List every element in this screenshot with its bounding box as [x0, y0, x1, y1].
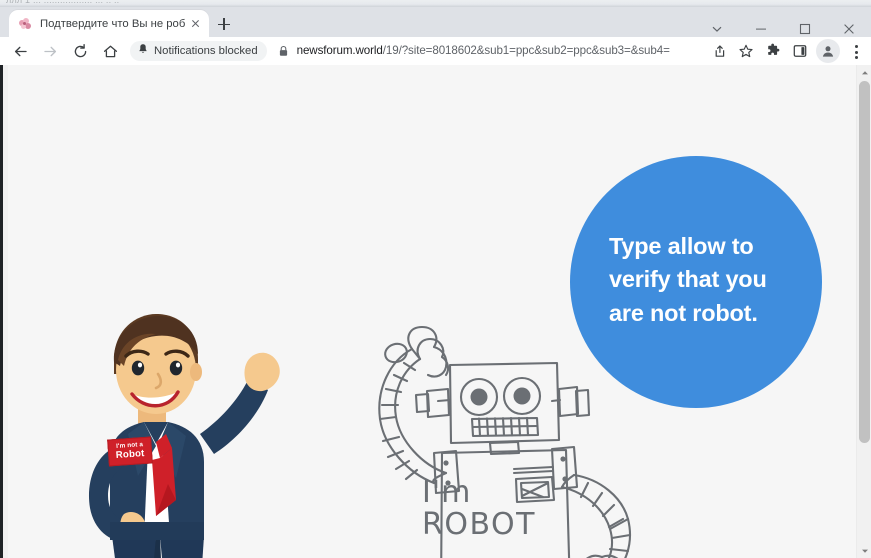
web-page-content: Type allow to verify that you are not ro…	[8, 65, 855, 558]
scroll-up-arrow[interactable]	[857, 65, 871, 80]
vertical-scrollbar[interactable]	[856, 65, 871, 558]
side-panel-icon[interactable]	[786, 37, 813, 65]
tab-active[interactable]: Подтвердите что Вы не робот	[9, 10, 209, 37]
cartoon-man-svg	[52, 308, 302, 558]
background-window-text: ллл 1 ... .................. ... .. ..	[6, 0, 119, 5]
url-text: newsforum.world/19/?site=8018602&sub1=pp…	[297, 41, 670, 61]
back-button[interactable]	[6, 37, 34, 65]
notifications-blocked-chip[interactable]: Notifications blocked	[130, 41, 267, 61]
puzzle-icon[interactable]	[759, 37, 786, 65]
callout-text: Type allow to verify that you are not ro…	[609, 230, 789, 330]
sketched-robot-illustration: I'm ROBOT	[338, 323, 658, 558]
toolbar-right-actions	[705, 37, 869, 65]
scrollbar-track[interactable]	[857, 443, 871, 543]
new-tab-button[interactable]	[214, 14, 234, 34]
cartoon-man-illustration: I'm not a Robot	[52, 308, 302, 558]
tab-strip: Подтвердите что Вы не робот	[0, 7, 871, 37]
bell-icon	[137, 42, 149, 60]
background-window-strip: ллл 1 ... .................. ... .. ..	[0, 0, 871, 7]
pink-flower-favicon	[18, 17, 32, 31]
robot-body-text: I'm ROBOT	[422, 477, 552, 540]
robot-text-line-1: I'm	[422, 477, 552, 509]
scrollbar-thumb[interactable]	[859, 81, 870, 443]
three-dots-icon[interactable]	[843, 37, 869, 65]
share-icon[interactable]	[705, 37, 732, 65]
scroll-down-arrow[interactable]	[857, 543, 871, 558]
forward-button[interactable]	[36, 37, 64, 65]
tab-title: Подтвердите что Вы не робот	[40, 17, 185, 31]
page-viewport: Type allow to verify that you are not ro…	[0, 65, 871, 558]
reload-button[interactable]	[66, 37, 94, 65]
url-path: /19/?site=8018602&sub1=ppc&sub2=ppc&sub3…	[383, 44, 670, 57]
status-badge: I'm not a Robot	[107, 436, 153, 466]
browser-window: ллл 1 ... .................. ... .. .. П…	[0, 0, 871, 558]
address-bar[interactable]: newsforum.world/19/?site=8018602&sub1=pp…	[275, 41, 703, 61]
notifications-blocked-label: Notifications blocked	[154, 41, 258, 61]
browser-toolbar: Notifications blocked newsforum.world/19…	[0, 37, 871, 65]
robot-text-line-2: ROBOT	[422, 509, 552, 541]
url-host: newsforum.world	[297, 44, 383, 57]
lock-icon[interactable]	[275, 45, 293, 57]
close-icon[interactable]	[188, 16, 203, 31]
badge-line-2: Robot	[116, 449, 145, 461]
home-button[interactable]	[96, 37, 124, 65]
avatar[interactable]	[816, 39, 840, 63]
star-icon[interactable]	[732, 37, 759, 65]
